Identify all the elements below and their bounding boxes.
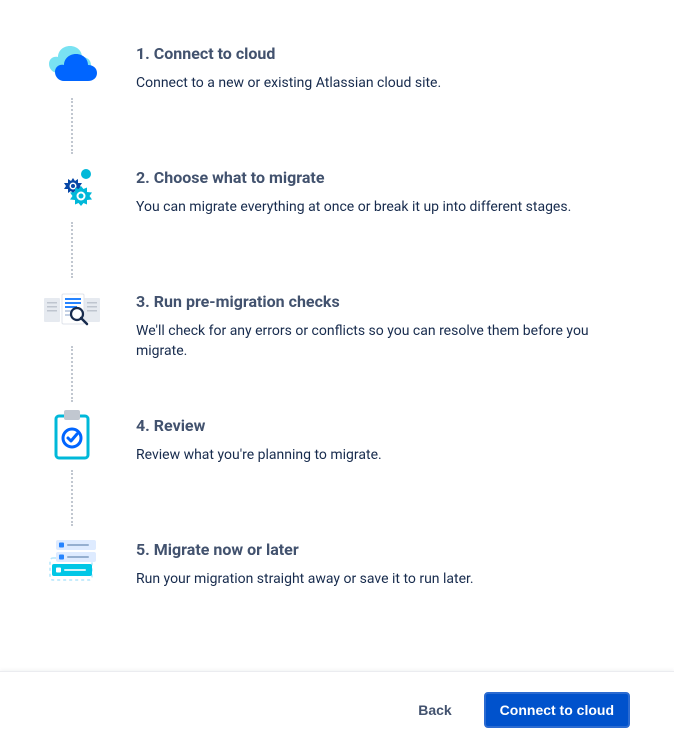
step-connector: [71, 222, 73, 278]
step-description: Connect to a new or existing Atlassian c…: [136, 73, 634, 93]
step-review: 4. Review Review what you're planning to…: [40, 412, 634, 536]
step-description: Review what you're planning to migrate.: [136, 445, 634, 465]
document-search-icon: [40, 288, 104, 336]
migrate-tasks-icon: [40, 536, 104, 584]
gears-icon: [40, 164, 104, 212]
migration-steps-panel: 1. Connect to cloud Connect to a new or …: [0, 0, 674, 609]
step-title: 1. Connect to cloud: [136, 44, 634, 63]
clipboard-check-icon: [40, 412, 104, 460]
step-connect-cloud: 1. Connect to cloud Connect to a new or …: [40, 40, 634, 164]
step-connector: [71, 346, 73, 402]
step-choose-migrate: 2. Choose what to migrate You can migrat…: [40, 164, 634, 288]
step-connector: [71, 98, 73, 154]
step-title: 5. Migrate now or later: [136, 540, 634, 559]
step-title: 4. Review: [136, 416, 634, 435]
step-premigration-checks: 3. Run pre-migration checks We'll check …: [40, 288, 634, 412]
step-title: 3. Run pre-migration checks: [136, 292, 634, 311]
back-button[interactable]: Back: [414, 694, 455, 726]
step-description: Run your migration straight away or save…: [136, 569, 634, 589]
step-title: 2. Choose what to migrate: [136, 168, 634, 187]
step-migrate-now-later: 5. Migrate now or later Run your migrati…: [40, 536, 634, 589]
step-description: You can migrate everything at once or br…: [136, 197, 634, 217]
connect-to-cloud-button[interactable]: Connect to cloud: [484, 692, 630, 728]
step-connector: [71, 470, 73, 526]
cloud-icon: [40, 40, 104, 88]
footer-bar: Back Connect to cloud: [0, 671, 674, 752]
step-description: We'll check for any errors or conflicts …: [136, 321, 634, 362]
